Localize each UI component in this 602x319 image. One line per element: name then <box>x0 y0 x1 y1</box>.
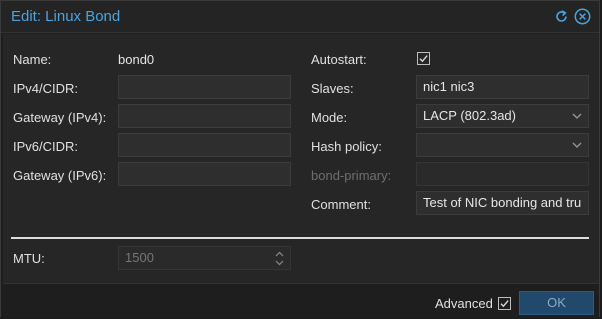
ipv6-label: IPv6/CIDR: <box>13 139 79 154</box>
mtu-input[interactable]: 1500 <box>118 246 291 270</box>
ipv4-label: IPv4/CIDR: <box>13 81 79 96</box>
checkmark-icon <box>419 55 428 63</box>
checkmark-icon <box>500 300 509 308</box>
dialog-titlebar[interactable]: Edit: Linux Bond <box>1 1 599 33</box>
close-icon[interactable] <box>574 8 591 25</box>
autostart-label: Autostart: <box>311 52 367 67</box>
bond-primary-label: bond-primary: <box>311 168 392 183</box>
name-label: Name: <box>13 52 52 67</box>
gateway-ipv6-input[interactable] <box>118 162 291 186</box>
mode-select[interactable]: LACP (802.3ad) <box>416 104 589 128</box>
bond-primary-input <box>416 162 589 186</box>
ipv4-input[interactable] <box>118 75 291 99</box>
ok-button[interactable]: OK <box>519 291 594 315</box>
mode-label: Mode: <box>311 110 348 125</box>
hash-policy-label: Hash policy: <box>311 139 382 154</box>
comment-label: Comment: <box>311 197 371 212</box>
dialog-body: Name: bond0 IPv4/CIDR: Gateway (IPv4): I… <box>3 34 599 284</box>
slaves-label: Slaves: <box>311 81 354 96</box>
slaves-input[interactable]: nic1 nic3 <box>416 75 589 99</box>
autostart-checkbox[interactable] <box>417 52 430 65</box>
refresh-icon[interactable] <box>553 8 570 25</box>
advanced-label: Advanced <box>435 296 493 311</box>
gateway-ipv4-input[interactable] <box>118 104 291 128</box>
advanced-separator <box>11 237 589 239</box>
mtu-placeholder: 1500 <box>125 250 154 265</box>
gateway-ipv6-label: Gateway (IPv6): <box>13 168 107 183</box>
spinner-icon[interactable] <box>275 251 284 266</box>
gateway-ipv4-label: Gateway (IPv4): <box>13 110 107 125</box>
hash-policy-select[interactable] <box>416 133 589 157</box>
comment-input[interactable]: Test of NIC bonding and tru <box>416 191 589 215</box>
name-value: bond0 <box>118 52 155 67</box>
dialog-title: Edit: Linux Bond <box>11 8 121 25</box>
edit-linux-bond-dialog: Edit: Linux Bond Name: bond0 IPv4/CIDR: … <box>0 0 600 318</box>
mode-select-value: LACP (802.3ad) <box>423 108 516 123</box>
ipv6-input[interactable] <box>118 133 291 157</box>
chevron-down-icon <box>572 142 582 148</box>
advanced-checkbox[interactable] <box>498 297 511 310</box>
mtu-label: MTU: <box>13 251 45 266</box>
chevron-down-icon <box>572 113 582 119</box>
